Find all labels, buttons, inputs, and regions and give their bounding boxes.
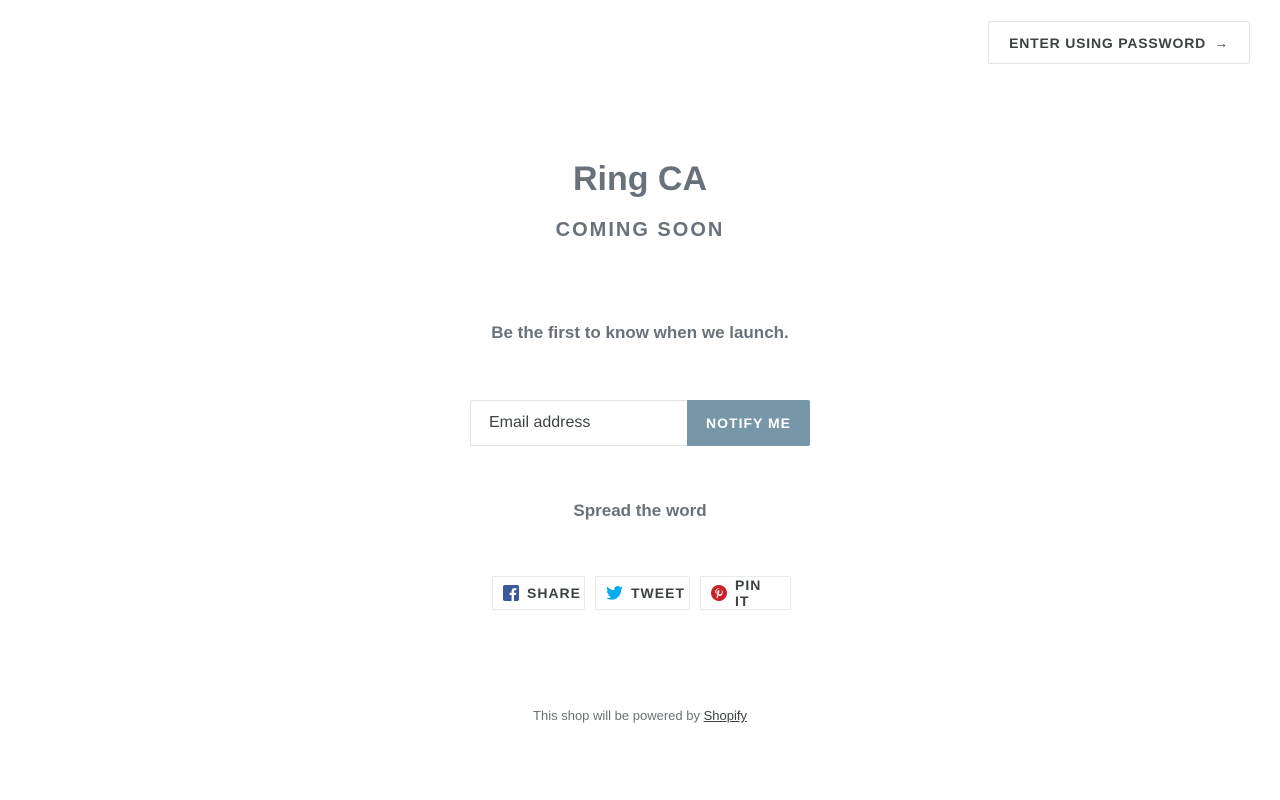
share-facebook-button[interactable]: SHARE: [492, 576, 585, 610]
footer: This shop will be powered by Shopify: [0, 707, 1280, 725]
social-share-buttons: SHARE TWEET PIN IT: [492, 576, 791, 610]
share-pinterest-button[interactable]: PIN IT: [700, 576, 791, 610]
password-button-label: ENTER USING PASSWORD: [1009, 34, 1207, 51]
newsletter-form: NOTIFY ME: [470, 400, 810, 446]
spread-the-word-heading: Spread the word: [573, 501, 707, 520]
password-page: ENTER USING PASSWORD → Ring CA COMING SO…: [0, 0, 1280, 800]
notify-me-button[interactable]: NOTIFY ME: [687, 400, 810, 446]
pinterest-icon: [711, 585, 727, 601]
facebook-icon: [503, 585, 519, 601]
email-input[interactable]: [470, 400, 687, 446]
share-pinterest-label: PIN IT: [735, 577, 762, 609]
share-facebook-label: SHARE: [527, 585, 582, 601]
twitter-icon: [606, 586, 623, 600]
powered-by-text: This shop will be powered by: [533, 708, 704, 723]
coming-soon-heading: COMING SOON: [555, 219, 725, 241]
shopify-link[interactable]: Shopify: [704, 708, 747, 723]
share-twitter-button[interactable]: TWEET: [595, 576, 690, 610]
arrow-right-icon: →: [1214, 34, 1229, 51]
share-twitter-label: TWEET: [631, 585, 685, 601]
launch-message: Be the first to know when we launch.: [491, 323, 789, 342]
store-title: Ring CA: [572, 160, 708, 198]
enter-using-password-button[interactable]: ENTER USING PASSWORD →: [988, 21, 1250, 64]
